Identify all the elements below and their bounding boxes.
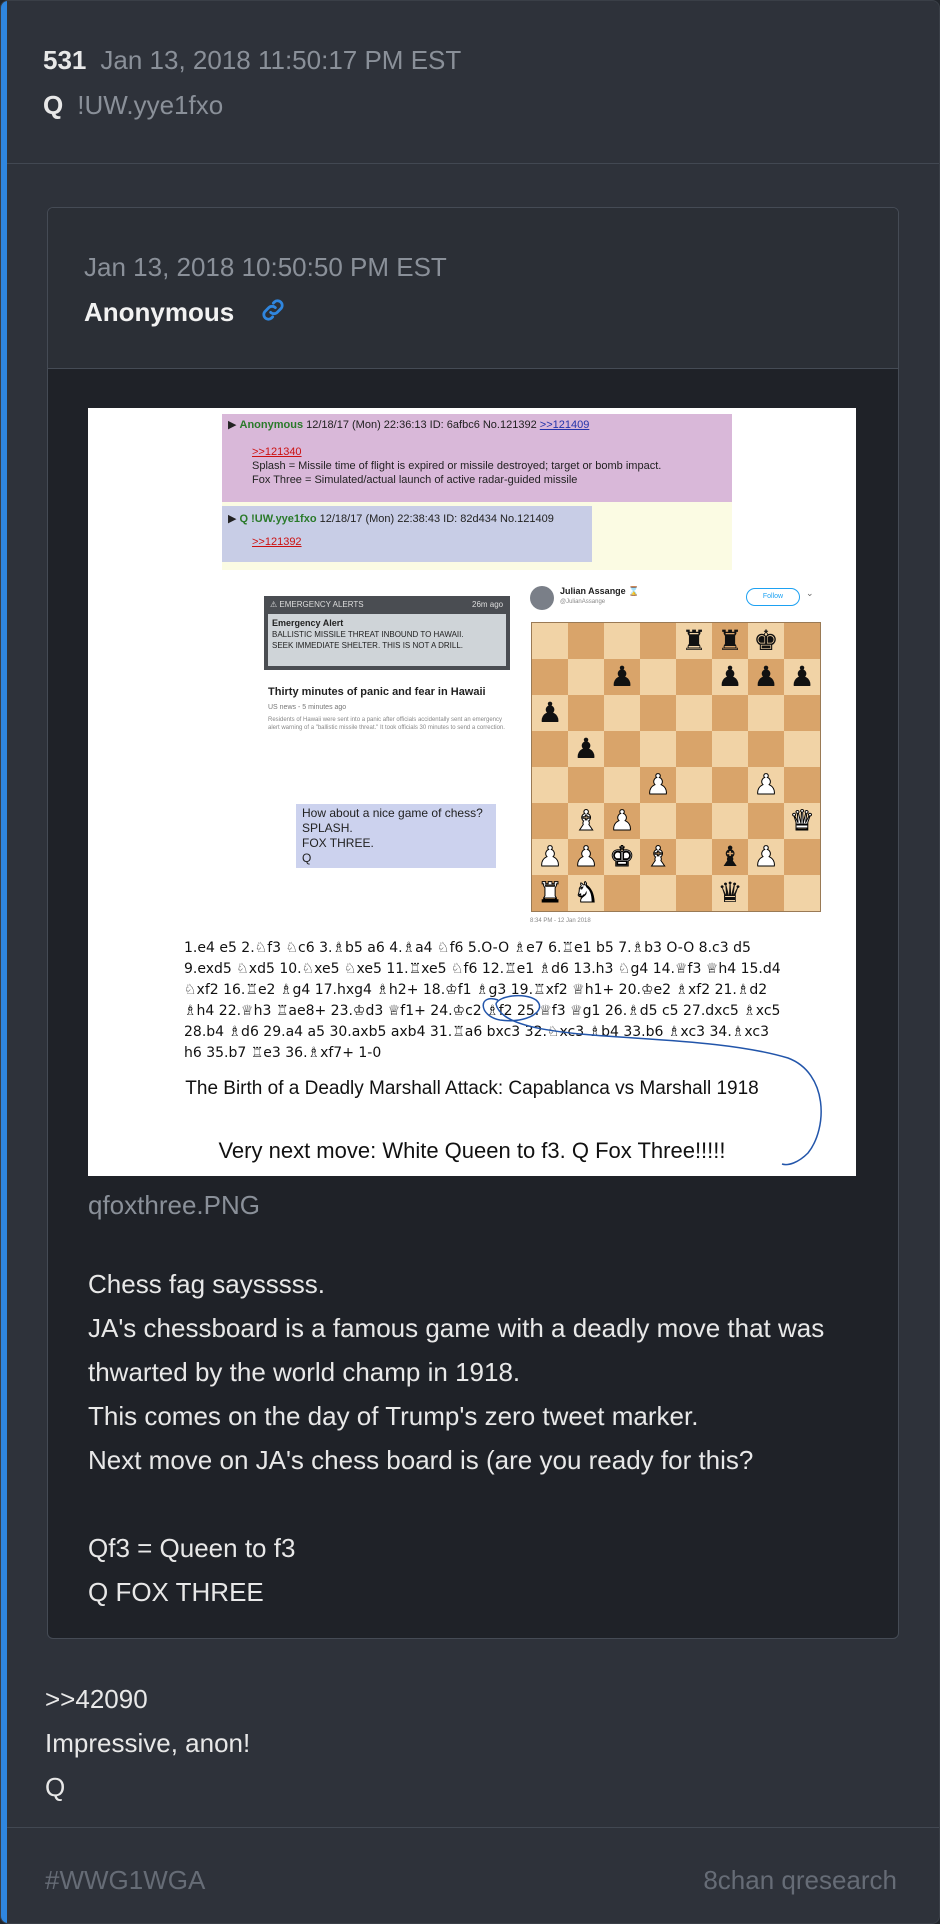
quoted-author-line: Anonymous <box>84 296 287 331</box>
quoted-post: Jan 13, 2018 10:50:50 PM EST Anonymous ▶… <box>47 207 899 1639</box>
reply-body: >>42090 Impressive, anon! Q <box>45 1677 250 1809</box>
quoted-post-header: Jan 13, 2018 10:50:50 PM EST Anonymous <box>48 208 898 369</box>
accent-bar <box>1 1 7 1923</box>
post-author: Q <box>43 90 64 120</box>
hand-drawn-circle <box>482 994 822 1166</box>
quoted-body: Chess fag saysssss. JA's chessboard is a… <box>88 1262 824 1614</box>
post-meta: 531 Jan 13, 2018 11:50:17 PM EST <box>43 45 461 76</box>
reply-line: Impressive, anon! <box>45 1728 251 1758</box>
post-image[interactable]: ▶ Anonymous 12/18/17 (Mon) 22:36:13 ID: … <box>88 408 856 1176</box>
body-line: JA's chessboard is a famous game with a … <box>88 1313 825 1343</box>
quoted-timestamp: Jan 13, 2018 10:50:50 PM EST <box>84 252 447 282</box>
post-card: 531 Jan 13, 2018 11:50:17 PM EST Q !UW.yye… <box>0 0 940 1924</box>
post-author-line: Q !UW.yye1fxo <box>43 90 461 121</box>
link-icon[interactable] <box>259 296 287 331</box>
body-line: Next move on JA's chess board is (are yo… <box>88 1445 754 1475</box>
footer-source: 8chan qresearch <box>703 1865 897 1895</box>
post-header: 531 Jan 13, 2018 11:50:17 PM EST Q !UW.yye… <box>43 45 461 121</box>
next-move-caption: Very next move: White Queen to f3. Q Fox… <box>218 1138 726 1163</box>
footer-hashtag[interactable]: #WWG1WGA <box>45 1865 205 1896</box>
game-title: The Birth of a Deadly Marshall Attack: C… <box>185 1078 759 1099</box>
body-line: Chess fag saysssss. <box>88 1269 325 1299</box>
body-line <box>88 1482 824 1526</box>
quoted-author: Anonymous <box>84 297 235 327</box>
reply-quote-link[interactable]: >>42090 <box>45 1677 250 1721</box>
post-number: 531 <box>43 45 87 75</box>
body-line: This comes on the day of Trump's zero tw… <box>88 1401 699 1431</box>
reply-signature: Q <box>45 1772 66 1802</box>
header-divider <box>7 163 939 164</box>
footer-divider <box>7 1827 939 1828</box>
post-timestamp: Jan 13, 2018 11:50:17 PM EST <box>100 45 462 75</box>
body-line: Qf3 = Queen to f3 <box>88 1533 296 1563</box>
body-line: Q FOX THREE <box>88 1577 264 1607</box>
post-tripcode: !UW.yye1fxo <box>77 90 224 120</box>
body-line: thwarted by the world champ in 1918. <box>88 1357 521 1387</box>
image-filename[interactable]: qfoxthree.PNG <box>88 1190 260 1221</box>
